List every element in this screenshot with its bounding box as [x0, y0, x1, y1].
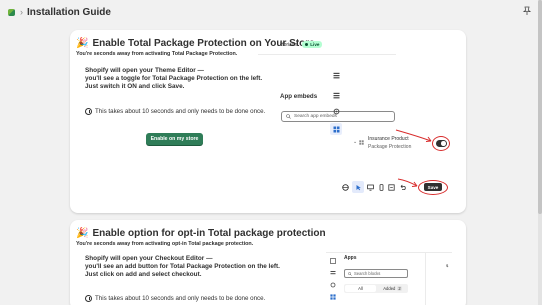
list-icon[interactable]: [330, 270, 336, 276]
search-blocks-input[interactable]: Search blocks: [344, 269, 408, 278]
layout-icon[interactable]: [330, 258, 336, 264]
card-title-text: Enable option for opt-in Total package p…: [92, 228, 326, 239]
tab-added-count: 2: [397, 286, 402, 291]
cursor-icon[interactable]: [355, 184, 362, 191]
fullscreen-icon[interactable]: [388, 184, 395, 191]
instruction-line: Shopify will open your Checkout Editor —: [85, 255, 213, 262]
mobile-icon[interactable]: [378, 184, 385, 191]
card-title: 🎉 Enable option for opt-in Total package…: [76, 228, 326, 239]
tab-all[interactable]: All: [345, 285, 376, 292]
search-icon: [348, 271, 352, 276]
instruction-line: you'll see an add button for Total Packa…: [85, 263, 280, 270]
price-value: $: [446, 263, 449, 268]
desktop-icon[interactable]: [367, 184, 374, 191]
tab-added[interactable]: Added 2: [377, 284, 408, 293]
clock-icon: [85, 295, 92, 302]
tab-added-label: Added: [383, 286, 396, 291]
instruction-line: Just click on add and select checkout.: [85, 271, 202, 278]
undo-icon[interactable]: [399, 184, 406, 191]
apps-title: Apps: [344, 255, 357, 261]
time-note-text: This takes about 10 seconds and only nee…: [95, 295, 266, 302]
time-note: This takes about 10 seconds and only nee…: [85, 295, 265, 302]
settings-gear-icon[interactable]: [330, 282, 336, 288]
card-subtitle: You're seconds away from activating opt-…: [76, 241, 254, 247]
search-placeholder: Search blocks: [354, 271, 381, 276]
globe-icon[interactable]: [342, 184, 349, 191]
apps-grid-icon[interactable]: [330, 294, 336, 300]
apps-tabs: All Added 2: [344, 284, 408, 293]
editor-divider: [425, 252, 426, 305]
save-button[interactable]: Save: [424, 183, 442, 191]
party-popper-icon: 🎉: [76, 228, 89, 239]
